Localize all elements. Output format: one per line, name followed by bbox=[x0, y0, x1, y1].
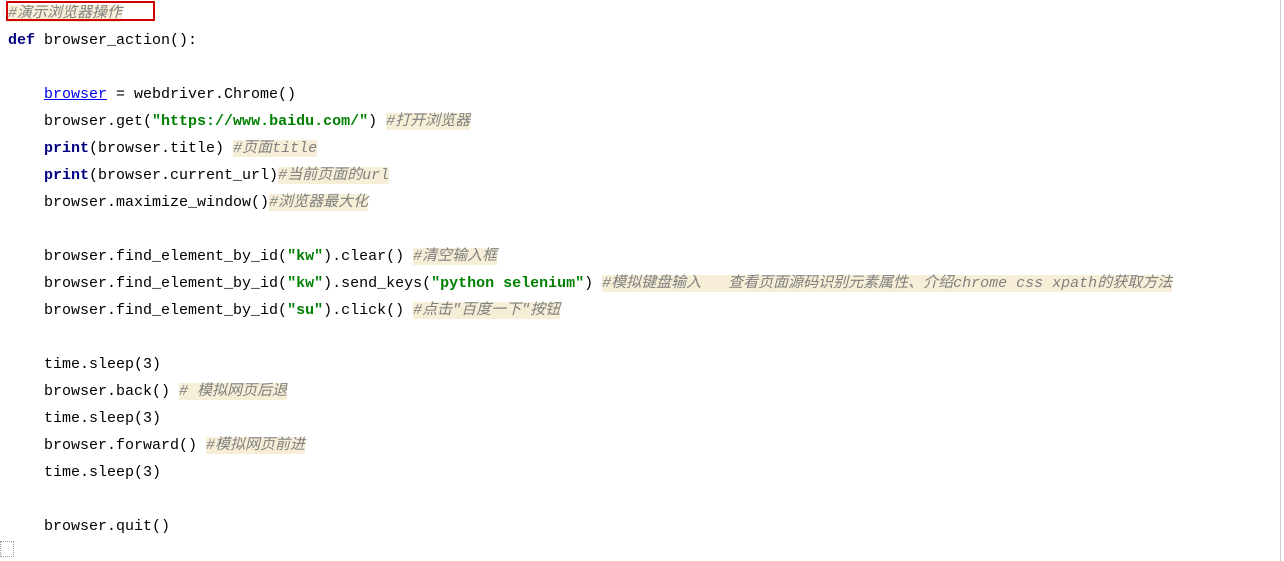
print-url-arg: (browser.current_url) bbox=[89, 167, 278, 184]
keyword-print1: print bbox=[44, 140, 89, 157]
keyword-print2: print bbox=[44, 167, 89, 184]
find-kw-clear-post: ).clear() bbox=[323, 248, 413, 265]
def-name: browser_action(): bbox=[35, 32, 197, 49]
maximize-window: browser.maximize_window() bbox=[44, 194, 269, 211]
print-title-arg: (browser.title) bbox=[89, 140, 233, 157]
string-url: "https://www.baidu.com/" bbox=[152, 113, 368, 130]
comment-clear: #清空输入框 bbox=[413, 248, 497, 265]
call-get-pre: browser.get( bbox=[44, 113, 152, 130]
find-kw-send-pre: browser.find_element_by_id( bbox=[44, 275, 287, 292]
sleep-2: time.sleep(3) bbox=[44, 410, 161, 427]
browser-forward: browser.forward() bbox=[44, 437, 206, 454]
comment-title: #页面title bbox=[233, 140, 317, 157]
string-su: "su" bbox=[287, 302, 323, 319]
send-keys-mid: ).send_keys( bbox=[323, 275, 431, 292]
comment-forward: #模拟网页前进 bbox=[206, 437, 305, 454]
browser-back: browser.back() bbox=[44, 383, 179, 400]
comment-url: #当前页面的url bbox=[278, 167, 389, 184]
var-browser[interactable]: browser bbox=[44, 86, 107, 103]
string-kw2: "kw" bbox=[287, 275, 323, 292]
comment-top: #演示浏览器操作 bbox=[8, 5, 122, 22]
gutter-marker bbox=[0, 541, 14, 557]
comment-open: #打开浏览器 bbox=[386, 113, 470, 130]
comment-maximize: #浏览器最大化 bbox=[269, 194, 368, 211]
comment-click: #点击"百度一下"按钮 bbox=[413, 302, 560, 319]
string-python-selenium: "python selenium" bbox=[431, 275, 584, 292]
comment-back: # 模拟网页后退 bbox=[179, 383, 287, 400]
find-kw-clear-pre: browser.find_element_by_id( bbox=[44, 248, 287, 265]
code-block: #演示浏览器操作 def browser_action(): browser =… bbox=[0, 0, 1280, 540]
assign-chrome: = webdriver.Chrome() bbox=[107, 86, 296, 103]
find-su-click: ).click() bbox=[323, 302, 413, 319]
sleep-3: time.sleep(3) bbox=[44, 464, 161, 481]
code-editor[interactable]: #演示浏览器操作 def browser_action(): browser =… bbox=[0, 0, 1281, 561]
send-keys-post: ) bbox=[584, 275, 602, 292]
call-get-post: ) bbox=[368, 113, 386, 130]
browser-quit: browser.quit() bbox=[44, 518, 170, 535]
string-kw1: "kw" bbox=[287, 248, 323, 265]
sleep-1: time.sleep(3) bbox=[44, 356, 161, 373]
find-su-pre: browser.find_element_by_id( bbox=[44, 302, 287, 319]
keyword-def: def bbox=[8, 32, 35, 49]
comment-send: #模拟键盘输入 查看页面源码识别元素属性、介绍chrome css xpath的… bbox=[602, 275, 1172, 292]
